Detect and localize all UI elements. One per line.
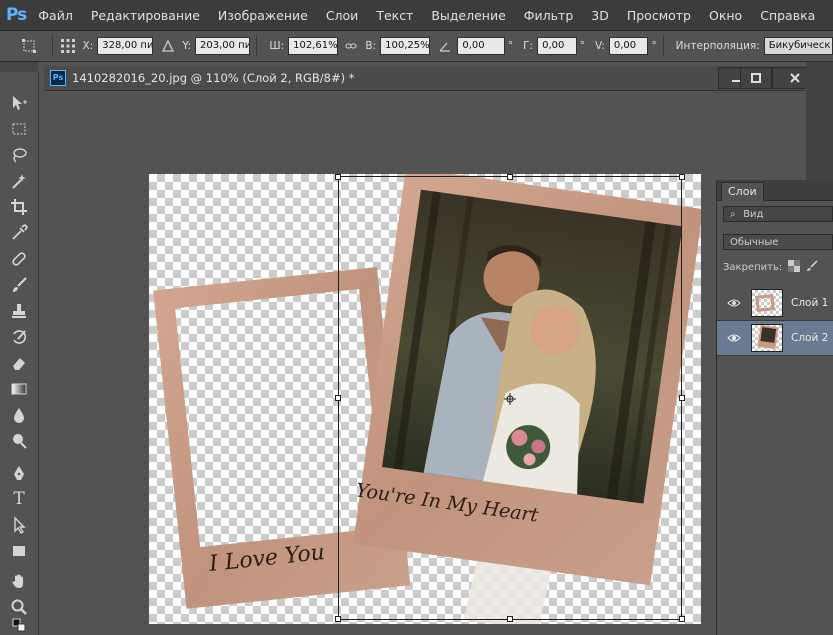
- document-tab[interactable]: Ps 1410282016_20.jpg @ 110% (Слой 2, RGB…: [44, 66, 804, 91]
- blend-mode-label: Обычные: [730, 237, 779, 248]
- healing-brush-icon[interactable]: [8, 248, 30, 270]
- menu-filter[interactable]: Фильтр: [524, 8, 573, 23]
- transform-handle[interactable]: [335, 395, 341, 401]
- lock-transparency-icon[interactable]: [788, 260, 801, 275]
- height-field[interactable]: 100,25%: [380, 37, 430, 55]
- lasso-icon[interactable]: [8, 144, 30, 166]
- crop-icon[interactable]: [8, 196, 30, 218]
- menu-edit[interactable]: Редактирование: [91, 8, 200, 23]
- width-field[interactable]: 102,61%: [288, 37, 338, 55]
- menu-view[interactable]: Просмотр: [627, 8, 691, 23]
- photoshop-logo: Ps: [6, 5, 27, 25]
- zoom-icon[interactable]: [8, 596, 30, 618]
- swap-colors-icon[interactable]: [8, 618, 30, 632]
- rect-marquee-icon[interactable]: [8, 118, 30, 140]
- transform-center-icon[interactable]: [504, 393, 516, 405]
- v-skew-unit: °: [651, 40, 657, 52]
- menu-select[interactable]: Выделение: [431, 8, 505, 23]
- x-label: X:: [82, 40, 94, 52]
- layer-filter-label: Вид: [743, 209, 764, 220]
- transform-handle[interactable]: [679, 174, 685, 180]
- transform-tool-icon[interactable]: [20, 37, 38, 55]
- hand-icon[interactable]: [8, 570, 30, 592]
- path-selection-icon[interactable]: [8, 514, 30, 536]
- x-field[interactable]: 328,00 пи: [97, 37, 153, 55]
- layers-tabbar: Слои: [717, 180, 833, 201]
- menu-bar: Ps Файл Редактирование Изображение Слои …: [0, 0, 833, 31]
- transform-handle[interactable]: [335, 616, 341, 622]
- move-icon[interactable]: [8, 92, 30, 114]
- angle-field[interactable]: 0,00: [457, 37, 505, 55]
- v-skew-field[interactable]: 0,00: [608, 37, 649, 55]
- pen-icon[interactable]: [8, 462, 30, 484]
- options-bar: X: 328,00 пи Y: 203,00 пи Ш: 102,61% В: …: [0, 31, 833, 62]
- options-divider: [256, 36, 258, 56]
- gradient-icon[interactable]: [8, 378, 30, 400]
- menu-layers[interactable]: Слои: [326, 8, 359, 23]
- link-icon[interactable]: [342, 37, 360, 55]
- lock-row: Закрепить:: [723, 260, 818, 275]
- clone-stamp-icon[interactable]: [8, 300, 30, 322]
- transform-handle[interactable]: [507, 174, 513, 180]
- blend-mode-select[interactable]: Обычные: [723, 234, 833, 250]
- height-label: В:: [365, 40, 377, 52]
- v-skew-label: V:: [594, 40, 605, 52]
- layers-panel: Слои ⌕ Вид Обычные Закрепить: Слой 1 Сло…: [716, 180, 833, 635]
- y-field[interactable]: 203,00 пи: [194, 37, 251, 55]
- h-skew-field[interactable]: 0,00: [537, 37, 577, 55]
- interpolation-select[interactable]: Бикубическ: [763, 37, 833, 55]
- tab-layers[interactable]: Слои: [721, 182, 764, 201]
- visibility-eye-icon[interactable]: [725, 298, 743, 308]
- layer-thumbnail: [751, 324, 783, 352]
- y-label: Y:: [182, 40, 191, 52]
- magic-wand-icon[interactable]: [8, 170, 30, 192]
- layer-name[interactable]: Слой 1: [791, 297, 828, 309]
- angle-unit: °: [507, 40, 514, 52]
- blur-icon[interactable]: [8, 404, 30, 426]
- options-divider: [51, 36, 53, 56]
- layer-thumbnail: [751, 289, 783, 317]
- menu-help[interactable]: Справка: [760, 8, 815, 23]
- document-title: 1410282016_20.jpg @ 110% (Слой 2, RGB/8#…: [72, 71, 355, 85]
- menu-3d[interactable]: 3D: [591, 8, 609, 23]
- interpolation-label: Интерполяция:: [675, 40, 760, 52]
- menu-image[interactable]: Изображение: [218, 8, 308, 23]
- menu-file[interactable]: Файл: [38, 8, 73, 23]
- dodge-icon[interactable]: [8, 430, 30, 452]
- menu-window[interactable]: Окно: [709, 8, 742, 23]
- visibility-eye-icon[interactable]: [725, 333, 743, 343]
- transform-handle[interactable]: [507, 616, 513, 622]
- maximize-button[interactable]: [740, 67, 772, 89]
- menu-text[interactable]: Текст: [376, 8, 413, 23]
- layer-name[interactable]: Слой 2: [791, 332, 828, 344]
- h-skew-label: Г:: [523, 40, 534, 52]
- angle-icon: [436, 37, 454, 55]
- options-divider: [662, 36, 664, 56]
- transform-handle[interactable]: [679, 395, 685, 401]
- eyedropper-icon[interactable]: [8, 222, 30, 244]
- rectangle-shape-icon[interactable]: [8, 540, 30, 562]
- layer-row-active[interactable]: Слой 2: [717, 321, 833, 356]
- tools-panel: T: [0, 72, 39, 635]
- reference-point-icon[interactable]: [59, 37, 77, 55]
- h-skew-unit: °: [579, 40, 585, 52]
- transform-handle[interactable]: [679, 616, 685, 622]
- history-brush-icon[interactable]: [8, 326, 30, 348]
- transform-handle[interactable]: [335, 174, 341, 180]
- type-icon[interactable]: T: [8, 488, 30, 510]
- brush-icon[interactable]: [8, 274, 30, 296]
- lock-brush-icon[interactable]: [806, 260, 818, 275]
- toolbar-grip[interactable]: [0, 62, 38, 72]
- lock-label: Закрепить:: [723, 262, 783, 273]
- search-icon: ⌕: [730, 209, 736, 220]
- delta-icon[interactable]: [159, 37, 177, 55]
- eraser-icon[interactable]: [8, 352, 30, 374]
- document-canvas[interactable]: I Love You You're In My Heart: [149, 174, 701, 624]
- layer-filter-select[interactable]: ⌕ Вид: [723, 206, 833, 222]
- document-ps-icon: Ps: [50, 70, 66, 86]
- layer-row[interactable]: Слой 1: [717, 286, 833, 321]
- width-label: Ш:: [269, 40, 285, 52]
